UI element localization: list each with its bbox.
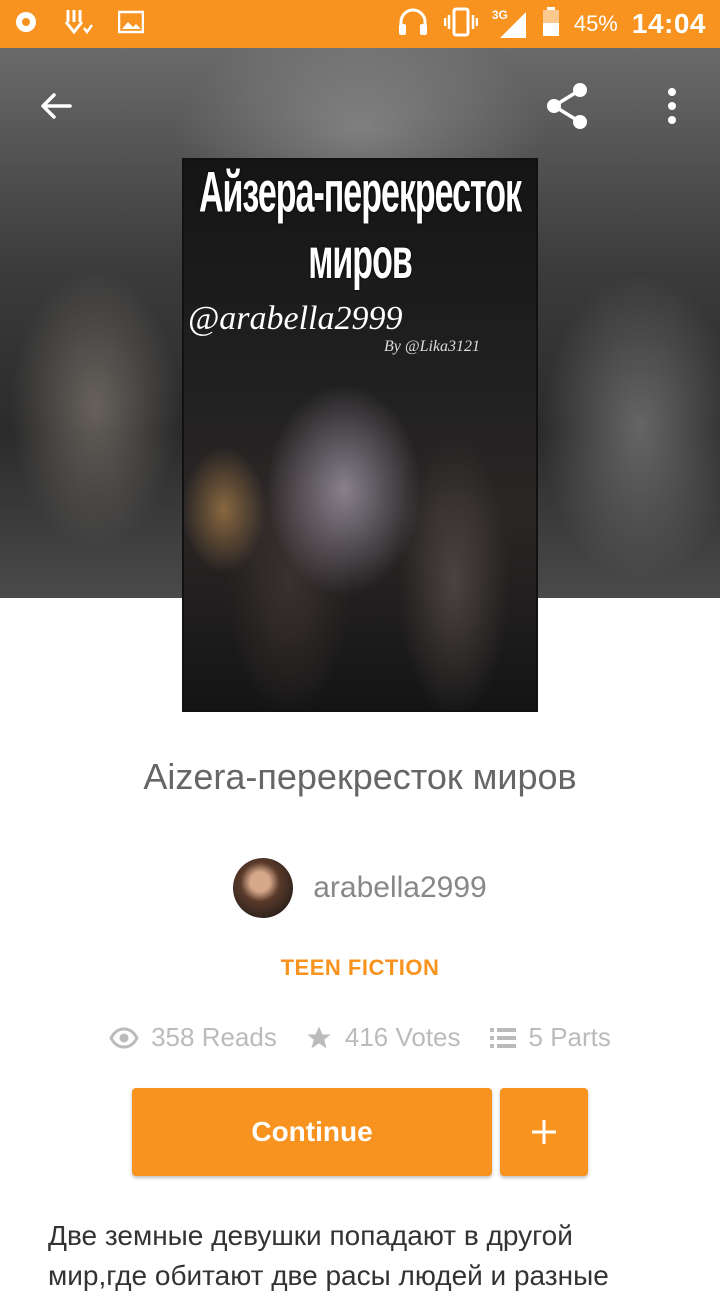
star-icon [307,1025,331,1048]
more-options-button[interactable] [644,78,700,134]
story-title: Aizera-перекресток миров [143,756,577,797]
story-description: Две земные девушки попадают в другой мир… [48,1220,609,1291]
continue-reading-button[interactable]: Continue [132,1088,492,1176]
download-icon [62,8,94,41]
story-stats: 358 Reads 416 Votes 5 Parts [0,1022,720,1053]
image-icon [117,10,145,39]
headset-icon [396,6,430,43]
genre-link[interactable]: TEEN FICTION [0,955,720,981]
share-icon [547,83,587,129]
status-bar: 3G 45% 14:04 [0,0,720,48]
cover-credit-text: By @Lika3121 [384,338,481,355]
author-link[interactable]: arabella2999 [0,858,720,918]
author-name[interactable]: arabella2999 [313,871,486,905]
add-to-library-button[interactable] [500,1088,588,1176]
avatar[interactable] [233,858,294,918]
votes-count: 416 Votes [344,1022,461,1052]
media-icon [14,10,38,39]
list-icon [489,1027,516,1048]
battery-icon [542,6,560,42]
plus-icon [532,1120,556,1144]
parts-stat: 5 Parts [489,1022,611,1053]
signal-icon: 3G [492,8,528,40]
parts-count: 5 Parts [528,1022,611,1052]
reads-count: 358 Reads [151,1022,277,1052]
share-button[interactable] [540,78,596,134]
votes-stat: 416 Votes [305,1022,461,1053]
reads-stat: 358 Reads [109,1022,277,1053]
cover-author-text: @arabella2999 [188,300,403,337]
cover-title-text: Айзера-перекресток миров [198,160,522,292]
eye-icon [109,1026,139,1049]
vibrate-icon [443,6,479,43]
clock: 14:04 [631,8,706,39]
more-vertical-icon [668,88,676,124]
arrow-left-icon [41,93,72,119]
battery-percent: 45% [573,11,618,36]
back-button[interactable] [28,78,84,134]
book-cover[interactable]: Айзера-перекресток миров @arabella2999 B… [184,160,536,710]
